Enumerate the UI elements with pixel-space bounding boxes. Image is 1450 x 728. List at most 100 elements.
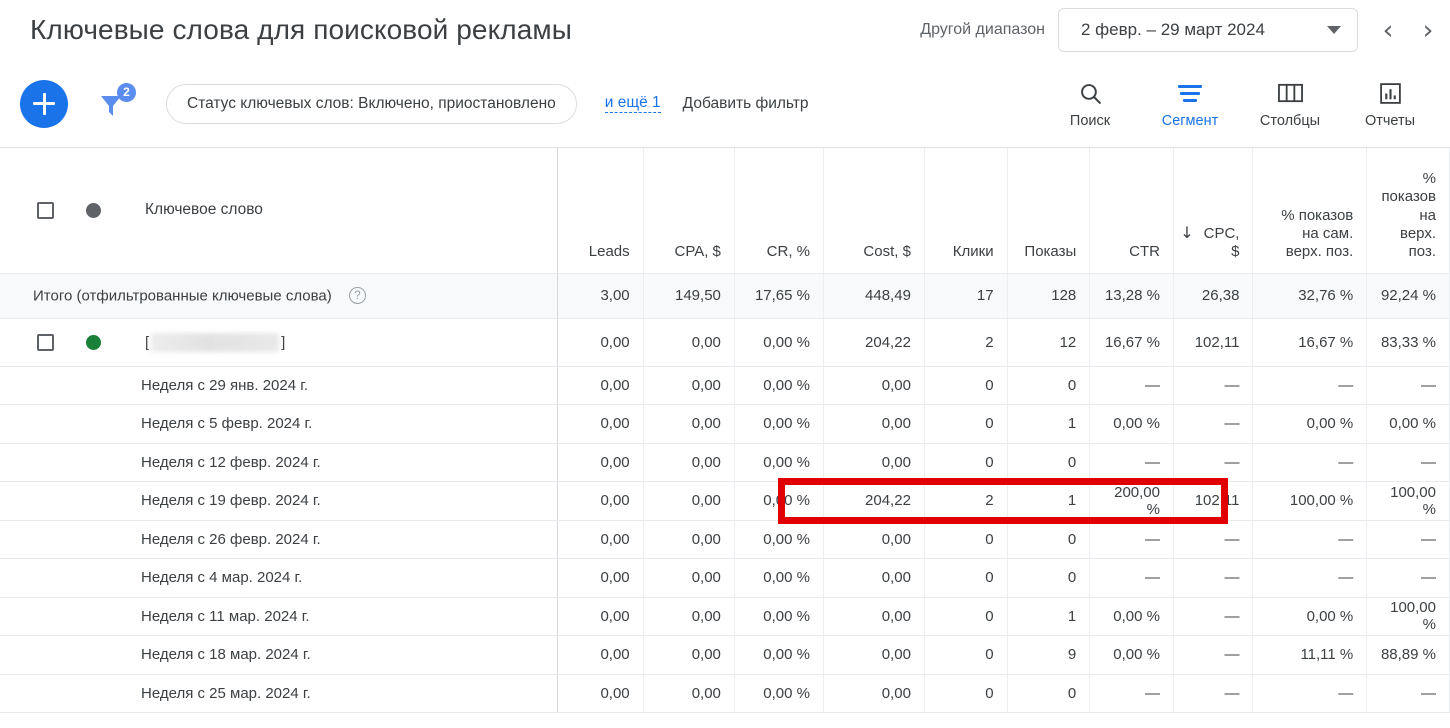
keyword-cost: 204,22 <box>823 318 925 367</box>
totals-top-impr-share: 32,76 % <box>1252 273 1368 319</box>
keyword-redacted <box>151 332 280 352</box>
add-filter-button[interactable]: Добавить фильтр <box>683 95 809 113</box>
filter-count-badge: 2 <box>117 82 136 102</box>
week-ctr: — <box>1089 558 1174 598</box>
week-cr: 0,00 % <box>734 558 825 598</box>
week-cr: 0,00 % <box>734 366 825 405</box>
column-header-keyword[interactable]: Ключевое слово <box>0 148 558 274</box>
week-label-cell: Неделя с 11 мар. 2024 г. <box>0 597 558 636</box>
week-cost: 0,00 <box>823 597 925 636</box>
segment-label: Сегмент <box>1161 113 1219 129</box>
keyword-ctr: 16,67 % <box>1089 318 1174 367</box>
help-icon[interactable]: ? <box>348 287 366 305</box>
week-ctr: — <box>1089 366 1174 405</box>
row-checkbox[interactable] <box>37 333 54 351</box>
week-top-impr-share: — <box>1252 520 1368 559</box>
column-header-top-impr-share[interactable]: % показов на сам. верх. поз. <box>1252 148 1368 274</box>
table-row[interactable]: Неделя с 11 мар. 2024 г. 0,00 0,00 0,00 … <box>0 597 1450 636</box>
week-leads: 0,00 <box>557 674 644 713</box>
column-header-cost[interactable]: Cost, $ <box>823 148 925 274</box>
week-cr: 0,00 % <box>734 597 825 636</box>
week-top-impr-share: 100,00 % <box>1252 481 1368 521</box>
keyword-cell: [ ] <box>0 318 558 367</box>
keyword-abs-top-impr-share: 83,33 % <box>1366 318 1450 367</box>
week-ctr: 0,00 % <box>1089 597 1174 636</box>
week-abs-top-impr-share: 88,89 % <box>1366 635 1450 675</box>
columns-button[interactable]: Столбцы <box>1240 78 1340 129</box>
table-row[interactable]: [ ] 0,00 0,00 0,00 % 204,22 2 12 16,67 %… <box>0 318 1450 367</box>
week-ctr: — <box>1089 674 1174 713</box>
week-label-cell: Неделя с 25 мар. 2024 г. <box>0 674 558 713</box>
table-row-highlighted[interactable]: Неделя с 19 февр. 2024 г. 0,00 0,00 0,00… <box>0 481 1450 521</box>
column-header-clicks[interactable]: Клики <box>924 148 1008 274</box>
select-all-checkbox[interactable] <box>37 201 54 219</box>
week-abs-top-impr-share: — <box>1366 674 1450 713</box>
keywords-table-container: Ключевое слово Leads CPA, $ CR, % Cost, … <box>0 148 1450 713</box>
week-clicks: 0 <box>924 674 1008 713</box>
week-label: Неделя с 4 мар. 2024 г. <box>141 569 303 587</box>
table-row[interactable]: Неделя с 4 мар. 2024 г. 0,00 0,00 0,00 %… <box>0 558 1450 598</box>
week-ctr: — <box>1089 520 1174 559</box>
week-label: Неделя с 26 февр. 2024 г. <box>141 530 321 548</box>
week-top-impr-share: 0,00 % <box>1252 404 1368 444</box>
column-header-cpc[interactable]: ↓ CPC, $ <box>1173 148 1254 274</box>
week-leads: 0,00 <box>557 366 644 405</box>
week-top-impr-share: 11,11 % <box>1252 635 1368 675</box>
reports-button[interactable]: Отчеты <box>1340 78 1440 129</box>
keyword-bracket-open: [ <box>145 333 150 351</box>
date-range-selector[interactable]: 2 февр. – 29 март 2024 <box>1058 8 1358 52</box>
table-row[interactable]: Неделя с 29 янв. 2024 г. 0,00 0,00 0,00 … <box>0 366 1450 405</box>
table-row[interactable]: Неделя с 25 мар. 2024 г. 0,00 0,00 0,00 … <box>0 674 1450 713</box>
segment-icon <box>1178 80 1202 106</box>
keyword-leads: 0,00 <box>557 318 644 367</box>
week-label-cell: Неделя с 29 янв. 2024 г. <box>0 366 558 405</box>
status-filter-chip[interactable]: Статус ключевых слов: Включено, приостан… <box>166 83 577 124</box>
column-header-cr[interactable]: CR, % <box>734 148 825 274</box>
week-label: Неделя с 18 мар. 2024 г. <box>141 646 311 664</box>
week-abs-top-impr-share: 100,00 % <box>1366 597 1450 636</box>
totals-ctr: 13,28 % <box>1089 273 1174 319</box>
totals-row: Итого (отфильтрованные ключевые слова) ?… <box>0 273 1450 319</box>
week-impressions: 1 <box>1007 404 1091 444</box>
column-header-leads[interactable]: Leads <box>557 148 644 274</box>
table-row[interactable]: Неделя с 26 февр. 2024 г. 0,00 0,00 0,00… <box>0 520 1450 559</box>
week-cpa: 0,00 <box>643 481 735 521</box>
week-cost: 0,00 <box>823 558 925 598</box>
week-cr: 0,00 % <box>734 443 825 482</box>
column-header-abs-top-impr-share[interactable]: % показов на верх. поз. <box>1366 148 1450 274</box>
filter-funnel-icon[interactable]: 2 <box>90 81 136 127</box>
week-cpa: 0,00 <box>643 404 735 444</box>
status-column-icon <box>86 202 101 218</box>
date-range-label: Другой диапазон <box>920 21 1045 38</box>
search-button[interactable]: Поиск <box>1040 78 1140 129</box>
week-label-cell: Неделя с 19 февр. 2024 г. <box>0 481 558 521</box>
week-leads: 0,00 <box>557 443 644 482</box>
week-label: Неделя с 11 мар. 2024 г. <box>141 607 310 625</box>
column-header-cpa[interactable]: CPA, $ <box>643 148 735 274</box>
week-cpc: — <box>1173 443 1254 482</box>
column-header-impressions[interactable]: Показы <box>1007 148 1091 274</box>
keyword-impressions: 12 <box>1007 318 1091 367</box>
columns-label: Столбцы <box>1259 113 1321 129</box>
prev-period-button[interactable]: ‹ <box>1370 8 1406 52</box>
totals-abs-top-impr-share: 92,24 % <box>1366 273 1450 319</box>
segment-button[interactable]: Сегмент <box>1140 78 1240 129</box>
week-impressions: 0 <box>1007 520 1091 559</box>
week-cost: 0,00 <box>823 443 925 482</box>
week-leads: 0,00 <box>557 635 644 675</box>
table-row[interactable]: Неделя с 5 февр. 2024 г. 0,00 0,00 0,00 … <box>0 404 1450 444</box>
add-keyword-button[interactable] <box>20 79 68 128</box>
column-header-ctr[interactable]: CTR <box>1089 148 1174 274</box>
week-clicks: 0 <box>924 443 1008 482</box>
table-row[interactable]: Неделя с 18 мар. 2024 г. 0,00 0,00 0,00 … <box>0 635 1450 675</box>
more-filters-link[interactable]: и ещё 1 <box>604 94 661 113</box>
week-top-impr-share: — <box>1252 558 1368 598</box>
date-range-value: 2 февр. – 29 март 2024 <box>1081 20 1265 39</box>
week-clicks: 0 <box>924 404 1008 444</box>
page-title: Ключевые слова для поисковой рекламы <box>30 14 572 45</box>
week-clicks: 2 <box>924 481 1008 521</box>
totals-impressions: 128 <box>1007 273 1091 319</box>
table-row[interactable]: Неделя с 12 февр. 2024 г. 0,00 0,00 0,00… <box>0 443 1450 482</box>
next-period-button[interactable]: › <box>1410 8 1446 52</box>
week-label-cell: Неделя с 5 февр. 2024 г. <box>0 404 558 444</box>
